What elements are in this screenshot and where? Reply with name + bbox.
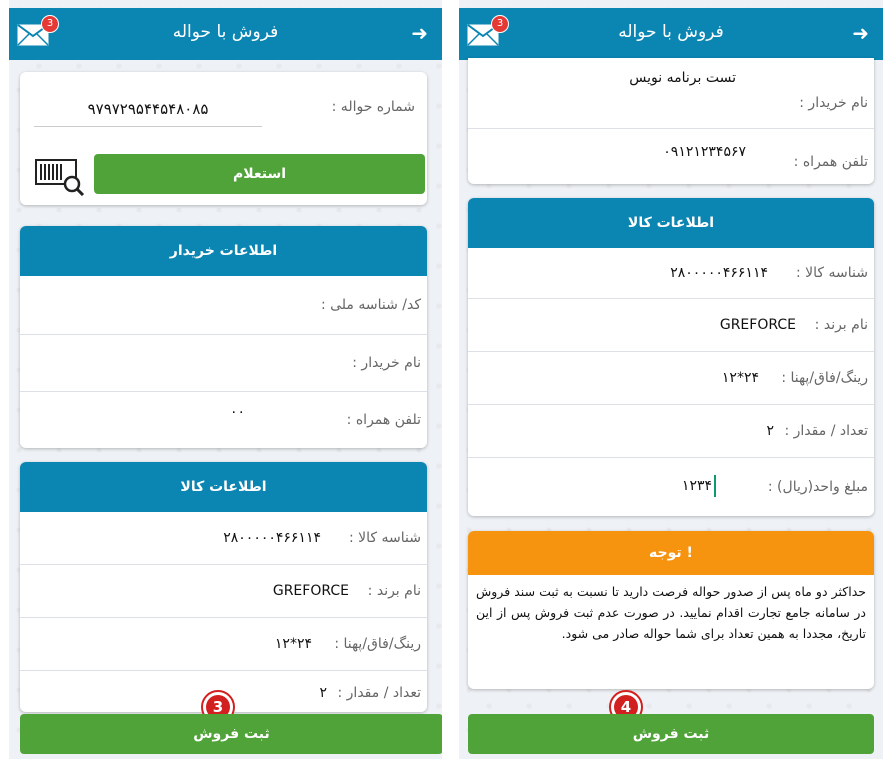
goods-info-card: اطلاعات کالا شناسه کالا : ۲۸۰۰۰۰۰۴۶۶۱۱۴ … bbox=[20, 462, 427, 712]
quantity-value: ۲ bbox=[766, 423, 774, 439]
buyer-info-card: اطلاعات خریدار کد/ شناسه ملی : نام خریدا… bbox=[20, 226, 427, 448]
unit-price-input[interactable]: ۱۲۳۴ bbox=[536, 470, 726, 502]
buyer-name-label: نام خریدار : bbox=[352, 355, 421, 371]
page-title: فروش با حواله bbox=[172, 22, 279, 42]
brand-value: GREFORCE bbox=[272, 583, 349, 599]
buyer-info-title: اطلاعات خریدار bbox=[20, 226, 427, 276]
buyer-info-card: نام خریدار : تست برنامه نویس تلفن همراه … bbox=[468, 58, 874, 184]
mobile-label: تلفن همراه : bbox=[793, 153, 868, 170]
goods-info-title: اطلاعات کالا bbox=[20, 462, 427, 512]
quantity-label: تعداد / مقدار : bbox=[784, 423, 869, 439]
mobile-value: ۰۰ bbox=[230, 404, 246, 420]
size-label: رینگ/فاق/پهنا : bbox=[781, 370, 868, 386]
submit-sale-button[interactable]: ثبت فروش bbox=[20, 714, 442, 754]
inquiry-card: شماره حواله : ۹۷۹۷۲۹۵۴۴۵۴۸۰۸۵ استعلام bbox=[20, 72, 427, 205]
back-arrow-icon[interactable]: ➜ bbox=[411, 21, 428, 45]
mobile-label: تلفن همراه : bbox=[346, 412, 421, 428]
goods-info-card: اطلاعات کالا شناسه کالا : ۲۸۰۰۰۰۰۴۶۶۱۱۴ … bbox=[468, 198, 874, 516]
quantity-label: تعداد / مقدار : bbox=[337, 685, 422, 701]
buyer-name-value: تست برنامه نویس bbox=[629, 70, 736, 86]
mobile-value: ۰۹۱۲۱۲۳۴۵۶۷ bbox=[663, 143, 746, 160]
screen-inquiry: 3 فروش با حواله ➜ شماره حواله : ۹۷۹۷۲۹۵۴… bbox=[9, 0, 442, 759]
buyer-name-label: نام خریدار : bbox=[799, 95, 868, 111]
barcode-scan-icon[interactable] bbox=[32, 152, 88, 197]
product-id-value: ۲۸۰۰۰۰۰۴۶۶۱۱۴ bbox=[670, 265, 768, 281]
app-header: 3 فروش با حواله ➜ bbox=[459, 8, 883, 60]
back-arrow-icon[interactable]: ➜ bbox=[852, 21, 869, 45]
brand-label: نام برند : bbox=[814, 317, 868, 333]
page-title: فروش با حواله bbox=[618, 22, 724, 42]
app-header: 3 فروش با حواله ➜ bbox=[9, 8, 442, 60]
brand-label: نام برند : bbox=[367, 583, 421, 599]
national-id-label: کد/ شناسه ملی : bbox=[320, 297, 421, 313]
product-id-label: شناسه کالا : bbox=[349, 530, 421, 546]
permit-number-label: شماره حواله : bbox=[331, 99, 415, 115]
size-value: ۲۴*۱۲ bbox=[274, 636, 312, 652]
unit-price-label: مبلغ واحد(ریال) : bbox=[767, 479, 868, 495]
text-cursor bbox=[714, 475, 716, 497]
submit-sale-button[interactable]: ثبت فروش bbox=[468, 714, 874, 754]
product-id-label: شناسه کالا : bbox=[796, 265, 868, 281]
screen-sale-form: 3 فروش با حواله ➜ نام خریدار : تست برنام… bbox=[459, 0, 883, 759]
goods-info-title: اطلاعات کالا bbox=[468, 198, 874, 248]
quantity-value: ۲ bbox=[319, 685, 327, 701]
inquiry-button[interactable]: استعلام bbox=[94, 154, 425, 194]
notice-card: توجه ! حداکثر دو ماه پس از صدور حواله فر… bbox=[468, 531, 874, 689]
size-value: ۲۴*۱۲ bbox=[721, 370, 759, 386]
product-id-value: ۲۸۰۰۰۰۰۴۶۶۱۱۴ bbox=[223, 530, 321, 546]
brand-value: GREFORCE bbox=[719, 317, 796, 333]
permit-number-input[interactable]: ۹۷۹۷۲۹۵۴۴۵۴۸۰۸۵ bbox=[34, 92, 262, 127]
notice-text: حداکثر دو ماه پس از صدور حواله فرصت داری… bbox=[476, 584, 866, 641]
size-label: رینگ/فاق/پهنا : bbox=[334, 636, 421, 652]
notice-title: توجه ! bbox=[468, 531, 874, 575]
